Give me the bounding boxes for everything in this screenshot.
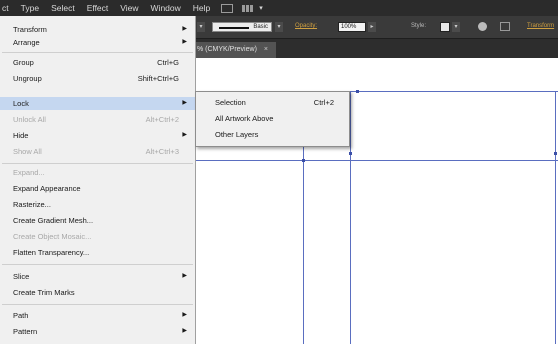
menu-item-show-all[interactable]: Show All Alt+Ctrl+3 xyxy=(0,145,195,158)
stroke-profile-dropdown[interactable]: Basic xyxy=(212,22,272,32)
menu-item-expand-appearance[interactable]: Expand Appearance xyxy=(0,182,195,195)
menu-item-create-trim-marks[interactable]: Create Trim Marks xyxy=(0,286,195,299)
document-tab-label: % (CMYK/Preview) xyxy=(197,46,257,53)
menu-item-slice[interactable]: Slice ▶ xyxy=(0,270,195,283)
menu-item-unlock-all[interactable]: Unlock All Alt+Ctrl+2 xyxy=(0,113,195,126)
arrange-documents-icon[interactable] xyxy=(242,4,258,13)
align-icon[interactable] xyxy=(500,22,510,31)
menu-item-group[interactable]: Group Ctrl+G xyxy=(0,56,195,69)
anchor-point[interactable] xyxy=(302,159,305,162)
submenu-arrow-icon: ▶ xyxy=(182,312,187,318)
menu-item-transform[interactable]: Transform ▶ xyxy=(0,23,195,36)
submenu-arrow-icon: ▶ xyxy=(182,273,187,279)
submenu-item-selection[interactable]: Selection Ctrl+2 xyxy=(196,96,349,109)
menu-effect[interactable]: Effect xyxy=(81,3,115,13)
submenu-arrow-icon: ▶ xyxy=(182,132,187,138)
menu-separator xyxy=(2,52,193,53)
menu-item-expand[interactable]: Expand... xyxy=(0,166,195,179)
submenu-item-other-layers[interactable]: Other Layers xyxy=(196,128,349,141)
menu-item-create-gradient-mesh[interactable]: Create Gradient Mesh... xyxy=(0,214,195,227)
style-label: Style: xyxy=(411,23,427,29)
stroke-line-preview xyxy=(219,27,249,29)
menu-help[interactable]: Help xyxy=(187,3,216,13)
menu-select[interactable]: Select xyxy=(45,3,81,13)
guide-horizontal xyxy=(195,160,558,161)
menu-window[interactable]: Window xyxy=(145,3,187,13)
chevron-down-icon[interactable]: ▾ xyxy=(452,22,460,32)
opacity-input[interactable]: 100% xyxy=(338,22,366,32)
menu-item-rasterize[interactable]: Rasterize... xyxy=(0,198,195,211)
anchor-point[interactable] xyxy=(349,152,352,155)
anchor-point[interactable] xyxy=(554,152,557,155)
menu-item-pattern[interactable]: Pattern ▶ xyxy=(0,325,195,338)
menu-item-path[interactable]: Path ▶ xyxy=(0,309,195,322)
menu-item-lock[interactable]: Lock ▶ xyxy=(0,97,195,110)
guide-vertical xyxy=(555,91,556,344)
chevron-down-icon[interactable]: ▾ xyxy=(197,22,205,32)
menu-item-hide[interactable]: Hide ▶ xyxy=(0,129,195,142)
submenu-arrow-icon: ▶ xyxy=(182,328,187,334)
menu-item-arrange[interactable]: Arrange ▶ xyxy=(0,36,195,49)
menu-separator xyxy=(2,304,193,305)
submenu-arrow-icon: ▶ xyxy=(182,39,187,45)
menubar: ct Type Select Effect View Window Help ▾ xyxy=(0,0,558,16)
close-icon[interactable]: × xyxy=(264,46,268,53)
lock-submenu: Selection Ctrl+2 All Artwork Above Other… xyxy=(195,91,350,147)
menu-item-create-object-mosaic[interactable]: Create Object Mosaic... xyxy=(0,230,195,243)
submenu-arrow-icon: ▶ xyxy=(182,26,187,32)
chevron-down-icon[interactable]: ▾ xyxy=(275,22,283,32)
chevron-down-icon[interactable]: ▾ xyxy=(259,4,263,12)
menu-separator xyxy=(2,163,193,164)
stroke-profile-label: Basic xyxy=(253,24,268,30)
menu-type[interactable]: Type xyxy=(15,3,45,13)
submenu-arrow-icon: ▶ xyxy=(182,100,187,106)
submenu-item-all-artwork-above[interactable]: All Artwork Above xyxy=(196,112,349,125)
anchor-point[interactable] xyxy=(356,90,359,93)
menu-item-ungroup[interactable]: Ungroup Shift+Ctrl+G xyxy=(0,72,195,85)
document-tab[interactable]: % (CMYK/Preview) × xyxy=(195,42,276,58)
opacity-label[interactable]: Opacity: xyxy=(295,23,317,29)
chevron-right-icon[interactable]: ▸ xyxy=(368,22,376,32)
object-menu: Transform ▶ Arrange ▶ Group Ctrl+G Ungro… xyxy=(0,16,196,344)
screen-mode-icon[interactable] xyxy=(221,3,234,13)
menu-item-flatten-transparency[interactable]: Flatten Transparency... xyxy=(0,246,195,259)
menu-separator xyxy=(2,264,193,265)
graphic-style-swatch[interactable] xyxy=(440,22,450,32)
menu-view[interactable]: View xyxy=(114,3,144,13)
transform-link[interactable]: Transform xyxy=(527,23,554,29)
recolor-artwork-icon[interactable] xyxy=(478,22,487,31)
menu-object[interactable]: ct xyxy=(0,3,15,13)
guide-vertical xyxy=(350,91,351,344)
document-tab-bar: % (CMYK/Preview) × xyxy=(195,39,558,58)
control-bar: ▾ Basic ▾ Opacity: 100% ▸ Style: ▾ Trans… xyxy=(195,16,558,39)
